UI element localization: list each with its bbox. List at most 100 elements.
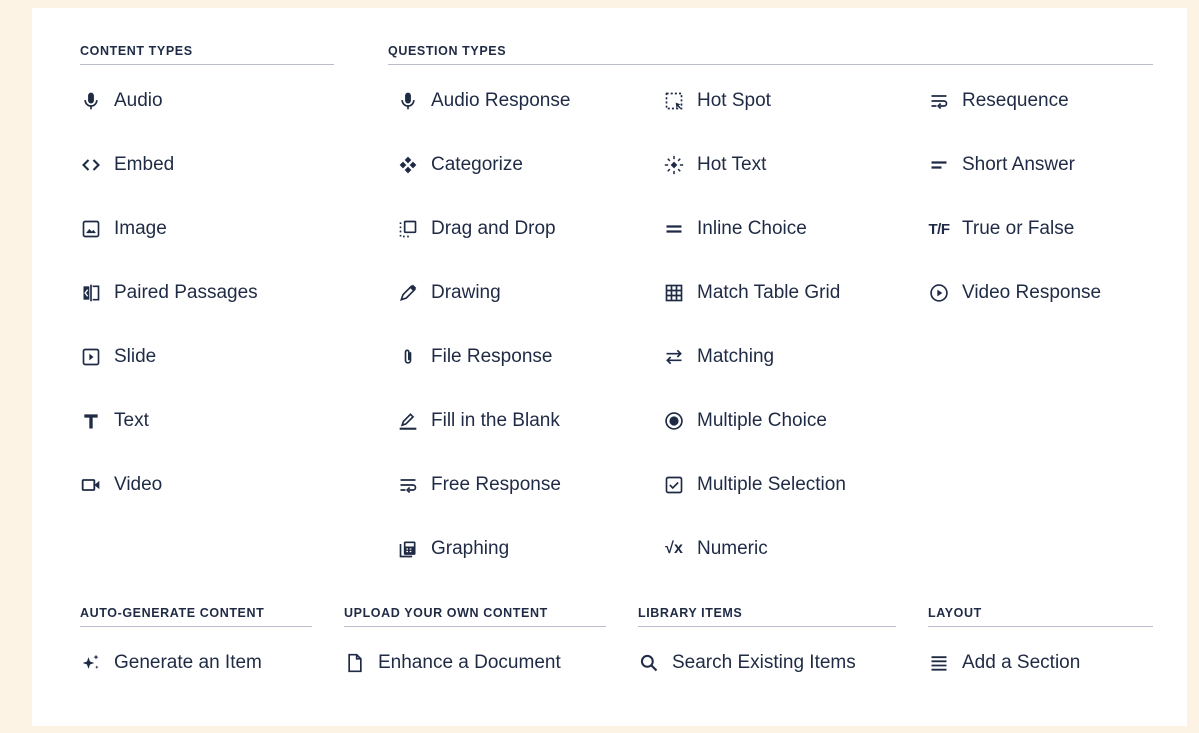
section-heading: UPLOAD YOUR OWN CONTENT [344,606,606,627]
auto-generate-section: AUTO-GENERATE CONTENT Generate an Item [80,606,312,673]
question-video-response[interactable]: Video Response [928,278,1101,308]
content-types-section: CONTENT TYPES [80,44,334,65]
item-label: Match Table Grid [697,282,841,303]
item-label: Embed [114,154,175,175]
item-label: Free Response [431,474,561,495]
question-hot-text[interactable]: Hot Text [663,150,766,180]
fill-blank-icon [397,410,419,432]
sparkle-icon [80,652,102,674]
short-answer-icon [928,154,950,176]
swap-arrows-icon [663,346,685,368]
item-label: Audio [114,90,163,111]
item-label: Text [114,410,149,431]
paperclip-icon [397,346,419,368]
item-label: Drawing [431,282,501,303]
text-icon [80,410,102,432]
text-wrap-icon [397,474,419,496]
question-matching[interactable]: Matching [663,342,774,372]
question-types-section: QUESTION TYPES [388,44,1153,65]
question-hot-spot[interactable]: Hot Spot [663,86,771,116]
section-heading: LIBRARY ITEMS [638,606,896,627]
slide-icon [80,346,102,368]
question-drawing[interactable]: Drawing [397,278,501,308]
true-false-icon: T/F [928,220,951,238]
item-label: Video Response [962,282,1102,303]
paired-passages-icon [80,282,102,304]
radio-selected-icon [663,410,685,432]
item-label: Multiple Selection [697,474,846,495]
question-resequence[interactable]: Resequence [928,86,1069,116]
categorize-icon [397,154,419,176]
item-label: Multiple Choice [697,410,827,431]
item-label: Hot Spot [697,90,771,111]
content-image[interactable]: Image [80,214,167,244]
question-true-or-false[interactable]: T/F True or False [928,214,1075,244]
item-label: Resequence [962,90,1069,111]
drag-drop-icon [397,218,419,240]
pencil-icon [397,282,419,304]
generate-item-button[interactable]: Generate an Item [80,648,262,678]
lines-icon [928,652,950,674]
item-label: True or False [962,218,1075,239]
item-label: Search Existing Items [672,652,856,673]
item-label: Inline Choice [697,218,807,239]
microphone-icon [80,90,102,112]
item-label: Drag and Drop [431,218,556,239]
content-slide[interactable]: Slide [80,342,156,372]
question-audio-response[interactable]: Audio Response [397,86,570,116]
question-multiple-choice[interactable]: Multiple Choice [663,406,827,436]
library-section: LIBRARY ITEMS Search Existing Items [638,606,896,673]
table-grid-icon [663,282,685,304]
question-multiple-selection[interactable]: Multiple Selection [663,470,846,500]
play-circle-icon [928,282,950,304]
item-label: Categorize [431,154,523,175]
item-label: Image [114,218,167,239]
question-inline-choice[interactable]: Inline Choice [663,214,807,244]
document-icon [344,652,366,674]
question-categorize[interactable]: Categorize [397,150,523,180]
hot-spot-icon [663,90,685,112]
search-existing-items-button[interactable]: Search Existing Items [638,648,856,678]
item-label: Hot Text [697,154,767,175]
question-file-response[interactable]: File Response [397,342,552,372]
upload-section: UPLOAD YOUR OWN CONTENT Enhance a Docume… [344,606,606,673]
graphing-icon [397,538,419,560]
enhance-document-button[interactable]: Enhance a Document [344,648,561,678]
content-video[interactable]: Video [80,470,162,500]
checkbox-checked-icon [663,474,685,496]
item-label: Enhance a Document [378,652,561,673]
add-content-menu: CONTENT TYPES Audio Embed Image Paired P… [32,8,1187,726]
search-icon [638,652,660,674]
item-label: Audio Response [431,90,571,111]
content-text[interactable]: Text [80,406,149,436]
item-label: Fill in the Blank [431,410,560,431]
question-short-answer[interactable]: Short Answer [928,150,1075,180]
section-heading: LAYOUT [928,606,1153,627]
section-heading: QUESTION TYPES [388,44,1153,65]
question-numeric[interactable]: √x Numeric [663,534,768,564]
item-label: Paired Passages [114,282,258,303]
hot-text-icon [663,154,685,176]
item-label: Graphing [431,538,510,559]
question-fill-in-the-blank[interactable]: Fill in the Blank [397,406,560,436]
content-audio[interactable]: Audio [80,86,163,116]
code-icon [80,154,102,176]
item-label: Numeric [697,538,768,559]
item-label: Generate an Item [114,652,262,673]
section-heading: AUTO-GENERATE CONTENT [80,606,312,627]
content-paired-passages[interactable]: Paired Passages [80,278,258,308]
question-free-response[interactable]: Free Response [397,470,561,500]
item-label: Short Answer [962,154,1075,175]
question-drag-and-drop[interactable]: Drag and Drop [397,214,556,244]
question-match-table-grid[interactable]: Match Table Grid [663,278,840,308]
content-embed[interactable]: Embed [80,150,174,180]
item-label: Matching [697,346,775,367]
video-camera-icon [80,474,102,496]
section-heading: CONTENT TYPES [80,44,334,65]
add-section-button[interactable]: Add a Section [928,648,1080,678]
item-label: Slide [114,346,157,367]
item-label: Add a Section [962,652,1081,673]
question-graphing[interactable]: Graphing [397,534,509,564]
microphone-icon [397,90,419,112]
item-label: Video [114,474,163,495]
